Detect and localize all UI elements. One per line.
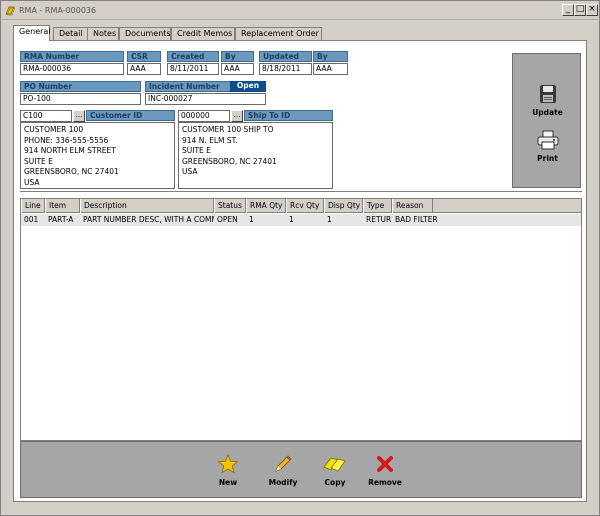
customer-address: CUSTOMER 100 PHONE: 336-555-5556 914 NOR…	[20, 122, 175, 189]
updated-field[interactable]: 8/18/2011	[259, 63, 312, 75]
cell-reason: BAD FILTER	[395, 215, 438, 224]
remove-label: Remove	[368, 478, 402, 487]
cell-item: PART-A	[48, 215, 74, 224]
print-label: Print	[537, 154, 558, 163]
new-label: New	[218, 478, 238, 487]
rma-window: RMA - RMA-000036 _ □ × General Detail No…	[0, 0, 600, 516]
incident-number-field[interactable]: INC-000027	[145, 93, 266, 105]
new-button[interactable]: New	[214, 454, 242, 487]
copy-icon	[323, 457, 346, 472]
tab-replacement-order[interactable]: Replacement Order	[235, 27, 322, 40]
copy-button[interactable]: Copy	[321, 454, 349, 487]
shipto-lookup-button[interactable]: ...	[231, 110, 243, 122]
grid-header: Line Item Description Status RMA Qty Rcv…	[21, 199, 581, 213]
remove-x-icon	[377, 456, 393, 472]
minimize-button[interactable]: _	[562, 4, 574, 16]
tab-documents[interactable]: Documents	[119, 27, 171, 40]
col-disp-qty-header[interactable]: Disp Qty	[324, 199, 363, 213]
shipto-id-label: Ship To ID	[244, 110, 333, 121]
save-disk-icon	[539, 85, 556, 103]
remove-button[interactable]: Remove	[367, 454, 403, 487]
action-panel: Update Print	[512, 53, 581, 188]
updated-by-field[interactable]: AAA	[313, 63, 348, 75]
incident-number-label: Incident Number	[145, 81, 231, 92]
col-description-header[interactable]: Description	[80, 199, 214, 213]
created-field[interactable]: 8/11/2011	[167, 63, 219, 75]
rma-number-label: RMA Number	[20, 51, 124, 62]
shipto-address: CUSTOMER 100 SHIP TO 914 N. ELM ST. SUIT…	[178, 122, 333, 189]
created-by-field[interactable]: AAA	[221, 63, 254, 75]
customer-lookup-button[interactable]: ...	[73, 110, 85, 122]
window-title: RMA - RMA-000036	[19, 6, 97, 15]
tab-detail[interactable]: Detail	[53, 27, 89, 40]
customer-id-label: Customer ID	[86, 110, 175, 121]
cell-rma-qty: 1	[249, 215, 254, 224]
customer-code-field[interactable]: C100	[20, 110, 72, 122]
tab-notes[interactable]: Notes	[87, 27, 119, 40]
star-icon	[217, 454, 239, 474]
cell-type: RETURN	[366, 215, 392, 224]
general-panel: RMA Number RMA-000036 CSR AAA Created 8/…	[13, 40, 587, 502]
close-button[interactable]: ×	[586, 4, 598, 16]
po-number-field[interactable]: PO-100	[20, 93, 141, 105]
col-rma-qty-header[interactable]: RMA Qty	[246, 199, 286, 213]
update-button[interactable]: Update	[513, 84, 582, 117]
cell-status: OPEN	[217, 215, 238, 224]
print-button[interactable]: Print	[513, 130, 582, 163]
col-reason-header[interactable]: Reason	[392, 199, 433, 213]
rma-number-field[interactable]: RMA-000036	[20, 63, 124, 75]
col-type-header[interactable]: Type	[363, 199, 392, 213]
status-badge: Open	[230, 81, 266, 92]
tab-general[interactable]: General	[13, 25, 51, 41]
bottom-toolbar: New Modify Copy Remove	[20, 441, 582, 498]
cell-line: 001	[24, 215, 39, 224]
cell-disp-qty: 1	[327, 215, 332, 224]
copy-label: Copy	[324, 478, 346, 487]
printer-icon	[537, 130, 558, 150]
tab-credit-memos[interactable]: Credit Memos	[171, 27, 235, 40]
cell-rcv-qty: 1	[289, 215, 294, 224]
cell-description: PART NUMBER DESC, WITH A COMMA	[83, 215, 214, 224]
update-label: Update	[532, 108, 563, 117]
updated-by-label: By	[313, 51, 348, 62]
rma-lines-grid[interactable]: Line Item Description Status RMA Qty Rcv…	[20, 198, 582, 441]
col-rcv-qty-header[interactable]: Rcv Qty	[286, 199, 324, 213]
csr-label: CSR	[127, 51, 161, 62]
csr-field[interactable]: AAA	[127, 63, 161, 75]
po-number-label: PO Number	[20, 81, 141, 92]
col-line-header[interactable]: Line	[21, 199, 45, 213]
title-bar: RMA - RMA-000036 _ □ ×	[2, 2, 598, 20]
col-status-header[interactable]: Status	[214, 199, 246, 213]
maximize-button[interactable]: □	[574, 4, 586, 16]
updated-label: Updated	[259, 51, 312, 62]
created-by-label: By	[221, 51, 254, 62]
created-label: Created	[167, 51, 219, 62]
app-icon	[5, 6, 16, 16]
modify-button[interactable]: Modify	[267, 454, 299, 487]
shipto-code-field[interactable]: 000000	[178, 110, 230, 122]
section-divider	[20, 191, 582, 193]
col-item-header[interactable]: Item	[45, 199, 80, 213]
modify-label: Modify	[268, 478, 298, 487]
pencil-icon	[275, 455, 292, 472]
table-row[interactable]: 001 PART-A PART NUMBER DESC, WITH A COMM…	[21, 214, 581, 226]
